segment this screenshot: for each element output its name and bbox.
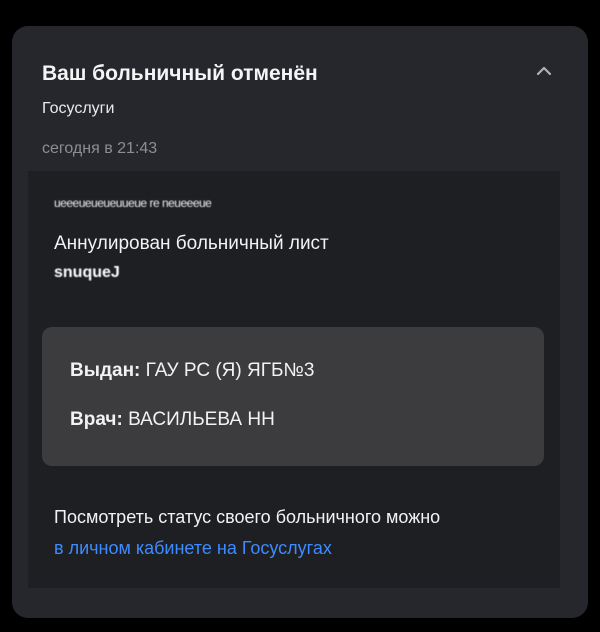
notification-title: Ваш больничный отменён xyxy=(42,62,318,85)
gosuslugi-cabinet-link[interactable]: в личном кабинете на Госуслугах xyxy=(54,538,332,559)
status-text: Посмотреть статус своего больничного мож… xyxy=(54,507,441,527)
cancellation-text: Аннулирован больничный лист xyxy=(54,233,329,254)
info-box: Выдан: ГАУ РС (Я) ЯГБ№3 Врач: ВАСИЛЬЕВА … xyxy=(42,327,544,466)
issued-value: ГАУ РС (Я) ЯГБ№3 xyxy=(145,360,315,381)
issued-line: Выдан: ГАУ РС (Я) ЯГБ№3 xyxy=(70,360,314,382)
notification-timestamp: сегодня в 21:43 xyxy=(42,140,158,157)
obscured-number: snuqueJ xyxy=(54,264,120,281)
chevron-up-icon[interactable] xyxy=(533,60,555,82)
notification-sender: Госуслуги xyxy=(42,100,115,117)
doctor-value: ВАСИЛЬЕВА НН xyxy=(128,409,275,430)
doctor-line: Врач: ВАСИЛЬЕВА НН xyxy=(70,409,275,431)
doctor-label: Врач: xyxy=(70,409,123,430)
obscured-text-line: ueeeueueueuueue re neueeeue xyxy=(54,196,212,210)
issued-label: Выдан: xyxy=(70,360,141,381)
notification-card: Ваш больничный отменён Госуслуги сегодня… xyxy=(12,26,588,618)
message-body: ueeeueueueuueue re neueeeue Аннулирован … xyxy=(28,171,560,588)
